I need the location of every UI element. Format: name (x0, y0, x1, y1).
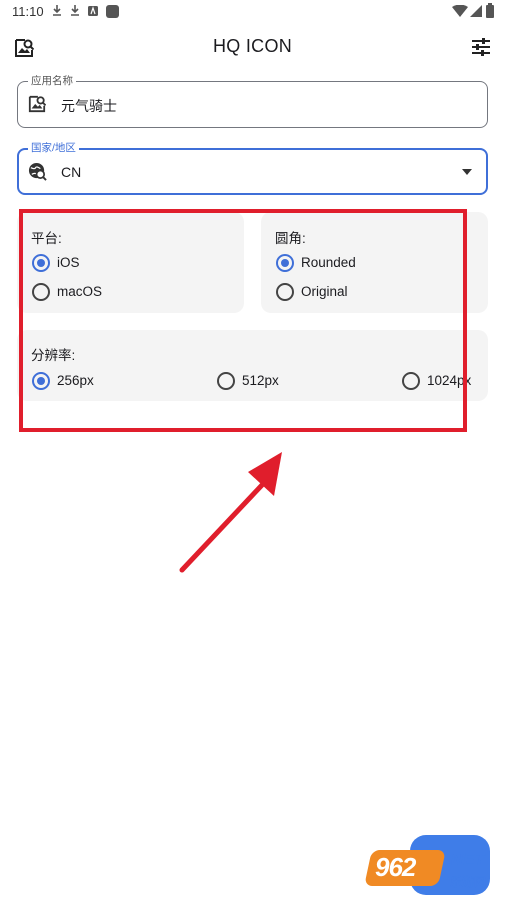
app-notification-icon (88, 6, 98, 16)
app-name-label: 应用名称 (28, 75, 76, 87)
region-label: 国家/地区 (28, 142, 79, 154)
download-icon (53, 5, 61, 16)
annotation-highlight-box (19, 209, 467, 432)
region-select[interactable] (17, 148, 488, 195)
region-value: CN (61, 164, 82, 180)
app-title: HQ ICON (212, 36, 293, 56)
watermark-brand: 962 (375, 852, 416, 882)
tune-icon[interactable] (472, 38, 490, 56)
wifi-icon (452, 5, 468, 17)
app-name-value: 元气骑士 (61, 98, 117, 114)
annotation-arrow-icon (179, 452, 282, 573)
status-bar: 11:10 (0, 0, 505, 24)
dropdown-arrow-icon[interactable] (462, 169, 472, 175)
watermark-sub: 乐游网 (450, 875, 487, 889)
watermark-logo: 962 .NET 乐游网 (364, 848, 502, 894)
signal-icon (470, 5, 482, 17)
watermark-suffix: .NET (446, 850, 485, 869)
battery-icon (486, 3, 494, 18)
globe-search-icon (28, 162, 47, 181)
status-time: 11:10 (12, 4, 44, 19)
download-icon (71, 5, 79, 16)
image-search-icon (28, 95, 46, 113)
app-notification-icon (106, 5, 119, 18)
